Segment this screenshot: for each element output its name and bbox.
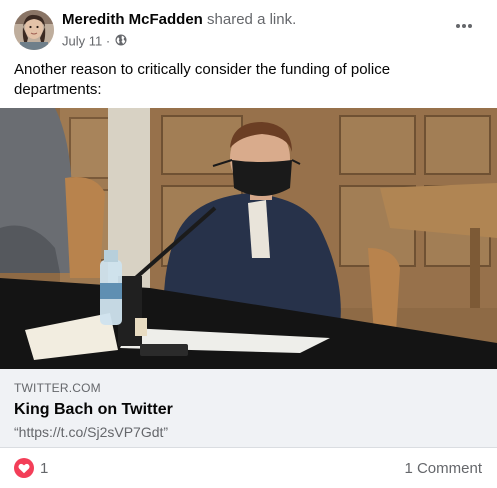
avatar-photo <box>14 10 54 50</box>
post-header: Meredith McFadden shared a link. July 11… <box>0 0 497 56</box>
post-action: shared a link. <box>207 11 297 28</box>
post-footer: 1 1 Comment <box>0 448 497 488</box>
globe-icon[interactable] <box>115 34 127 50</box>
post-date[interactable]: July 11 <box>62 34 102 49</box>
hearing-photo <box>0 108 497 369</box>
more-horizontal-icon <box>456 24 472 28</box>
post-meta: July 11 · <box>62 33 127 50</box>
feed-post: Meredith McFadden shared a link. July 11… <box>0 0 497 488</box>
author-name[interactable]: Meredith McFadden <box>62 11 203 28</box>
link-domain: TWITTER.COM <box>14 381 101 395</box>
comments-count-link[interactable]: 1 Comment <box>404 460 482 477</box>
link-title[interactable]: King Bach on Twitter <box>14 401 173 419</box>
author-line: Meredith McFadden shared a link. <box>62 11 296 29</box>
link-card[interactable]: TWITTER.COM King Bach on Twitter “https:… <box>0 369 497 448</box>
more-options-button[interactable] <box>450 12 478 40</box>
post-text: Another reason to critically consider th… <box>14 61 391 98</box>
author-avatar[interactable] <box>14 10 54 50</box>
love-reaction-icon <box>14 458 34 478</box>
link-preview-image[interactable] <box>0 108 497 369</box>
reaction-count: 1 <box>40 459 49 477</box>
link-description: “https://t.co/Sj2sVP7Gdt” <box>14 424 169 440</box>
reactions-summary[interactable]: 1 <box>14 458 48 478</box>
meta-separator: · <box>105 33 111 49</box>
